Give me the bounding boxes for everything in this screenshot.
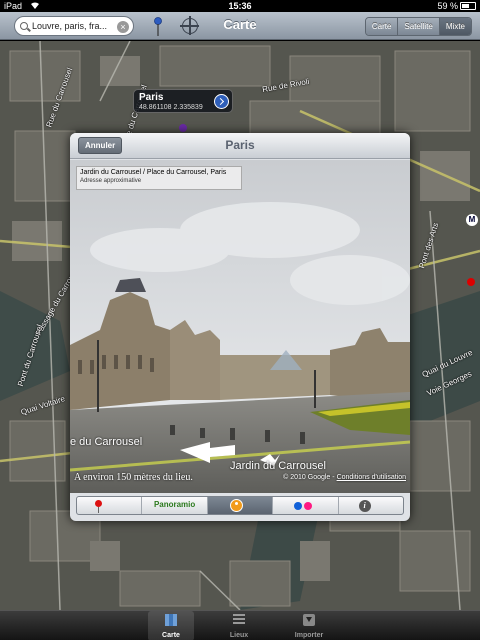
tab-bar: Carte Lieux Importer	[0, 610, 480, 640]
copyright-text: © 2010 Google	[283, 474, 331, 481]
address-box: Jardin du Carrousel / Place du Carrousel…	[76, 166, 242, 190]
tab-label: Carte	[162, 632, 180, 639]
red-pin-icon[interactable]	[467, 278, 475, 286]
metro-icon: M	[466, 214, 478, 226]
tab-label: Lieux	[229, 632, 249, 639]
tab-label: Importer	[294, 632, 324, 639]
popover-header: Annuler Paris	[70, 133, 410, 159]
callout-coordinates: 48.861108 2.335839	[139, 104, 203, 111]
status-bar: iPad 15:36 59 %	[0, 0, 480, 12]
search-field[interactable]: Louvre, paris, fra... ×	[14, 16, 134, 36]
map-type-carte[interactable]: Carte	[365, 18, 399, 35]
drop-pin-button[interactable]	[150, 16, 166, 38]
street-label: Jardin du Carrousel	[230, 460, 326, 472]
battery-icon	[460, 2, 476, 10]
battery-percent: 59 %	[437, 1, 458, 11]
search-icon	[20, 22, 28, 30]
location-callout[interactable]: Paris 48.861108 2.335839	[133, 89, 233, 113]
pin-icon	[95, 500, 102, 513]
panoramio-logo: Panoramio	[153, 500, 196, 509]
tab-carte[interactable]: Carte	[148, 611, 194, 640]
location-pin-icon[interactable]	[179, 124, 187, 132]
toolbar-info[interactable]: i	[339, 497, 403, 514]
clear-icon[interactable]: ×	[117, 21, 129, 33]
detail-disclosure-button[interactable]	[214, 94, 229, 109]
terms-link[interactable]: Conditions d'utilisation	[337, 474, 406, 481]
search-input[interactable]: Louvre, paris, fra...	[32, 21, 107, 31]
map-type-control: Carte Satellite Mixte	[364, 17, 472, 36]
callout-title: Paris	[139, 92, 164, 103]
street-view-popover: Annuler Paris Jardin du Carrousel / Plac…	[70, 133, 410, 521]
map-type-mixte[interactable]: Mixte	[439, 18, 471, 35]
clock: 15:36	[228, 1, 252, 11]
tab-importer[interactable]: Importer	[286, 611, 332, 640]
popover-title: Paris	[225, 138, 255, 152]
battery-fill	[462, 4, 470, 8]
toolbar-flickr[interactable]	[273, 497, 339, 514]
list-icon	[233, 614, 245, 624]
info-icon: i	[358, 500, 371, 512]
page-title: Carte	[223, 17, 257, 32]
flickr-icon	[294, 502, 313, 510]
street-view-person-icon	[229, 499, 243, 512]
locate-me-button[interactable]	[180, 16, 199, 35]
top-toolbar: Louvre, paris, fra... × Carte Carte Sate…	[0, 12, 480, 40]
toolbar-street-view[interactable]	[207, 497, 274, 514]
map-type-satellite[interactable]: Satellite	[398, 18, 440, 35]
import-icon	[303, 614, 315, 626]
cancel-button[interactable]: Annuler	[78, 137, 123, 154]
toolbar-panoramio[interactable]: Panoramio	[142, 497, 208, 514]
toolbar-pin[interactable]	[77, 497, 143, 514]
distance-caption: A environ 150 mètres du lieu.	[74, 472, 193, 483]
copyright: © 2010 Google - Conditions d'utilisation	[283, 474, 406, 481]
popover-toolbar: Panoramio i	[76, 496, 404, 515]
street-label: e du Carrousel	[70, 436, 143, 448]
map-icon	[165, 614, 177, 626]
street-view-image[interactable]: Jardin du Carrousel / Place du Carrousel…	[70, 160, 410, 493]
address-note: Adresse approximative	[80, 178, 142, 184]
tab-lieux[interactable]: Lieux	[216, 611, 262, 640]
address-text: Jardin du Carrousel / Place du Carrousel…	[80, 169, 227, 176]
